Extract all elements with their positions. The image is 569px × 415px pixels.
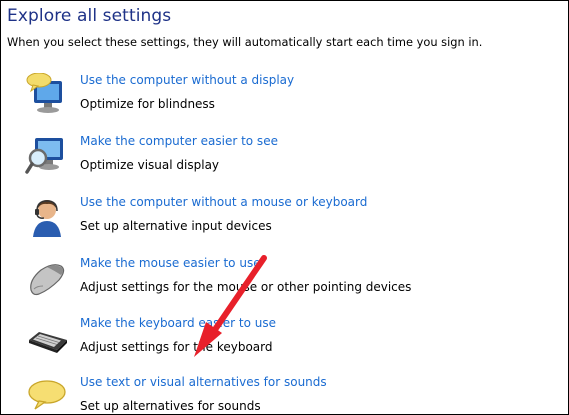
setting-link-display[interactable]: Use the computer without a display [80, 73, 294, 87]
mouse-icon [25, 256, 69, 300]
setting-desc-see: Optimize visual display [80, 158, 220, 172]
setting-item-keyboard: Make the keyboard easier to use Adjust s… [1, 316, 561, 376]
keyboard-icon [25, 316, 69, 360]
page-subtitle: When you select these settings, they wil… [7, 35, 483, 49]
setting-desc-keyboard: Adjust settings for the keyboard [80, 340, 273, 354]
settings-panel: Explore all settings When you select the… [0, 0, 569, 415]
setting-link-see[interactable]: Make the computer easier to see [80, 134, 278, 148]
setting-item-display: Use the computer without a display Optim… [1, 73, 561, 133]
setting-item-sounds: Use text or visual alternatives for soun… [1, 375, 561, 414]
setting-item-see: Make the computer easier to see Optimize… [1, 134, 561, 194]
setting-desc-display: Optimize for blindness [80, 97, 215, 111]
setting-item-no-mouse: Use the computer without a mouse or keyb… [1, 195, 561, 255]
setting-link-keyboard[interactable]: Make the keyboard easier to use [80, 316, 276, 330]
setting-item-mouse: Make the mouse easier to use Adjust sett… [1, 256, 561, 316]
monitor-speech-icon [25, 73, 69, 117]
setting-link-mouse[interactable]: Make the mouse easier to use [80, 256, 261, 270]
setting-desc-mouse: Adjust settings for the mouse or other p… [80, 280, 412, 294]
setting-desc-sounds: Set up alternatives for sounds [80, 399, 261, 413]
user-headset-icon [25, 195, 69, 239]
speech-bubble-icon [25, 375, 69, 414]
setting-link-sounds[interactable]: Use text or visual alternatives for soun… [80, 375, 327, 389]
setting-desc-no-mouse: Set up alternative input devices [80, 219, 272, 233]
magnifier-monitor-icon [25, 134, 69, 178]
page-title: Explore all settings [7, 6, 172, 26]
setting-link-no-mouse[interactable]: Use the computer without a mouse or keyb… [80, 195, 367, 209]
